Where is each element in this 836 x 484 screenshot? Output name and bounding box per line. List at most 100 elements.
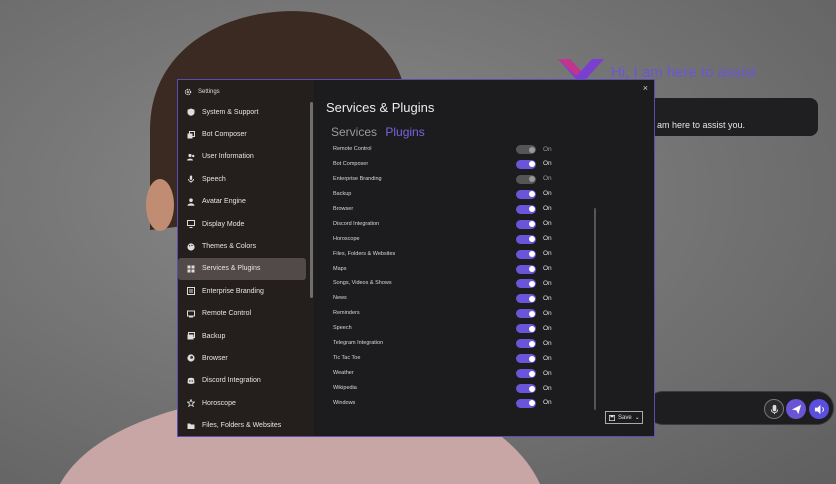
plugin-toggle[interactable]: [516, 354, 536, 364]
toggle-knob: [528, 385, 535, 392]
plugin-toggle[interactable]: [516, 294, 536, 304]
settings-content: × Services & Plugins Services Plugins Re…: [314, 80, 654, 436]
plugin-toggle[interactable]: [516, 324, 536, 334]
sidebar-item-label: Files, Folders & Websites: [202, 422, 282, 430]
plugin-row: Horoscope On: [333, 232, 563, 247]
sidebar-item-remote-control[interactable]: Remote Control: [178, 303, 308, 325]
sidebar-item-label: Bot Composer: [202, 131, 247, 139]
plugin-row: Tic Tac Toe On: [333, 351, 563, 366]
sidebar-item-themes-colors[interactable]: Themes & Colors: [178, 235, 308, 257]
plugin-name: Remote Control: [333, 146, 372, 152]
save-button[interactable]: Save ⌄: [605, 411, 643, 424]
sidebar-item-label: Enterprise Branding: [202, 287, 264, 295]
sidebar-item-files-folders-websites[interactable]: Files, Folders & Websites: [178, 414, 308, 436]
plugin-toggle[interactable]: [516, 145, 536, 154]
close-button[interactable]: ×: [643, 83, 648, 93]
plugin-state: On: [543, 369, 552, 377]
sidebar-item-label: Themes & Colors: [202, 243, 257, 251]
plugin-name: Discord Integration: [333, 220, 380, 227]
gear-shield-icon: [187, 108, 195, 116]
backup-icon: [187, 332, 195, 340]
plugin-toggle[interactable]: [516, 264, 536, 274]
save-icon: [609, 414, 615, 421]
plugin-toggle[interactable]: [516, 159, 536, 169]
sidebar-scrollbar[interactable]: [310, 102, 313, 298]
plugin-state: On: [543, 160, 552, 168]
tab-plugins[interactable]: Plugins: [385, 125, 424, 139]
plugin-state: On: [543, 265, 552, 272]
plugin-toggle[interactable]: [516, 339, 536, 349]
sidebar-item-display-mode[interactable]: Display Mode: [178, 213, 308, 235]
chat-input-bar[interactable]: [646, 391, 834, 425]
plugin-toggle[interactable]: [516, 249, 536, 259]
sidebar-item-bot-composer[interactable]: Bot Composer: [178, 123, 308, 145]
plugin-row: Reminders On: [333, 306, 563, 321]
content-scrollbar[interactable]: [594, 208, 596, 410]
plugin-row: Telegram Integration On: [333, 336, 563, 351]
plugin-state: On: [543, 354, 552, 362]
toggle-knob: [528, 295, 535, 302]
plugin-toggle[interactable]: [516, 234, 536, 244]
plugin-name: Wikipedia: [333, 385, 357, 391]
microphone-icon: [770, 404, 778, 414]
toggle-knob: [528, 221, 535, 228]
sidebar-item-user-information[interactable]: User Information: [178, 146, 308, 168]
plugin-name: Reminders: [333, 310, 360, 317]
plugin-state: On: [543, 399, 552, 407]
mic-icon: [187, 175, 195, 184]
sidebar-item-label: User Information: [202, 153, 254, 161]
toggle-knob: [528, 340, 535, 347]
plugin-name: Browser: [333, 205, 354, 212]
sidebar-item-browser[interactable]: Browser: [178, 347, 308, 369]
person-icon: [187, 198, 195, 206]
sidebar-item-horoscope[interactable]: Horoscope: [178, 392, 308, 414]
settings-sidebar: Settings System & Support Bot Composer Use…: [178, 80, 314, 436]
sidebar-item-discord-integration[interactable]: Discord Integration: [178, 370, 308, 392]
plugin-toggle[interactable]: [516, 189, 536, 199]
plugin-list: Remote Control On Bot Composer On Enterprise…: [333, 142, 563, 411]
plugin-toggle[interactable]: [516, 219, 536, 229]
toggle-knob: [528, 206, 535, 213]
plugin-toggle[interactable]: [516, 384, 536, 393]
plugin-name: Backup: [333, 190, 352, 197]
toggle-knob: [528, 191, 535, 198]
plugin-toggle[interactable]: [516, 174, 536, 184]
plugin-toggle[interactable]: [516, 279, 536, 289]
plugin-name: Tic Tac Toe: [333, 355, 361, 362]
plugin-name: Horoscope: [333, 235, 360, 242]
plugin-toggle[interactable]: [516, 398, 536, 408]
plugin-state: On: [543, 339, 552, 347]
plugin-name: Telegram Integration: [333, 340, 384, 347]
sidebar-item-label: Horoscope: [202, 399, 236, 407]
gear-icon: [184, 88, 192, 96]
folder-icon: [187, 422, 195, 430]
sidebar-item-avatar-engine[interactable]: Avatar Engine: [178, 191, 308, 213]
plugin-name: Files, Folders & Websites: [333, 250, 396, 257]
toggle-knob: [528, 251, 535, 258]
send-icon: [791, 404, 801, 414]
sidebar-item-enterprise-branding[interactable]: Enterprise Branding: [178, 280, 308, 302]
toggle-knob: [528, 400, 535, 407]
sidebar-item-label: Discord Integration: [202, 377, 261, 385]
microphone-button[interactable]: [764, 399, 784, 419]
users-icon: [187, 153, 195, 161]
toggle-knob: [528, 266, 535, 272]
sidebar-item-speech[interactable]: Speech: [178, 168, 308, 190]
plugin-toggle[interactable]: [516, 369, 536, 379]
sidebar-item-services-plugins[interactable]: Services & Plugins: [178, 257, 306, 281]
plugin-name: Windows: [333, 399, 356, 406]
speaker-button[interactable]: [809, 399, 829, 419]
section-tabs: Services Plugins: [331, 125, 425, 139]
plugin-name: Enterprise Branding: [333, 175, 382, 182]
plugin-name: Weather: [333, 370, 354, 377]
sidebar-item-backup[interactable]: Backup: [178, 325, 308, 347]
plugin-row: Songs, Videos & Shows On: [333, 276, 563, 291]
globe-icon: [187, 354, 195, 363]
tab-services[interactable]: Services: [331, 125, 377, 139]
sidebar-item-system-support[interactable]: System & Support: [178, 101, 308, 123]
chevron-down-icon: ⌄: [634, 415, 640, 421]
send-button[interactable]: [786, 399, 806, 419]
plugin-row: Maps On: [333, 262, 563, 277]
plugin-toggle[interactable]: [516, 204, 536, 214]
plugin-toggle[interactable]: [516, 309, 536, 319]
